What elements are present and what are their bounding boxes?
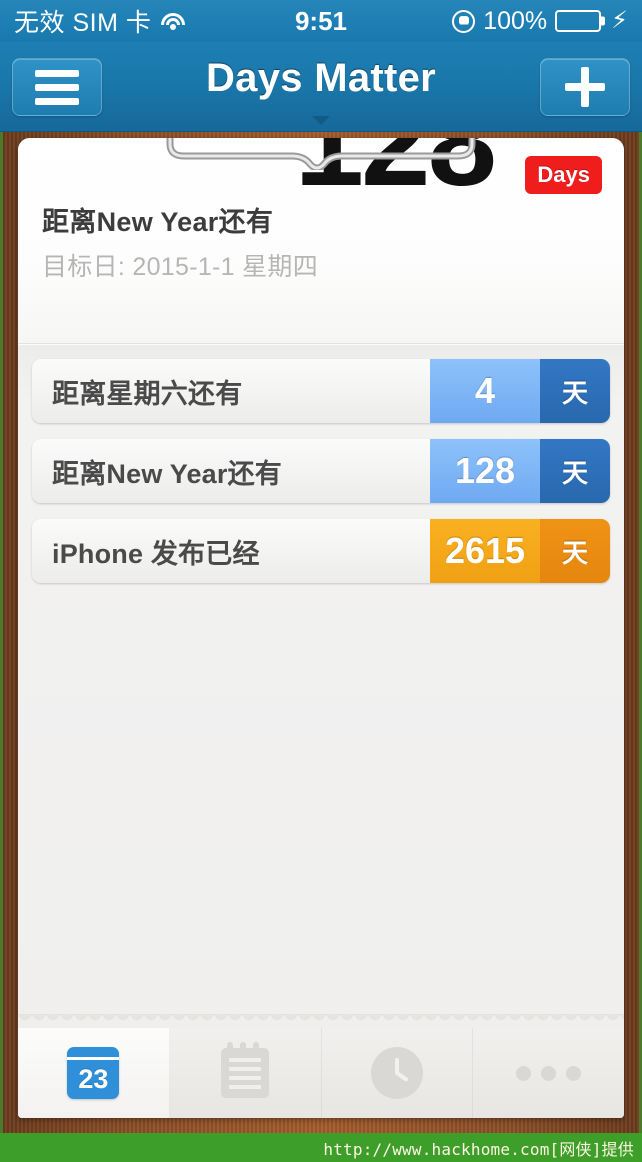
tab-calendar[interactable]: 23 xyxy=(18,1028,170,1118)
footer-watermark-bar: http://www.hackhome.com[网侠]提供 xyxy=(0,1133,642,1162)
event-label: 距离星期六还有 xyxy=(52,378,243,409)
phone-screen: 无效 SIM 卡 9:51 100% ⚡ Days Matter 距离New Y… xyxy=(0,0,642,1162)
event-unit: 天 xyxy=(540,519,610,583)
plus-icon xyxy=(565,67,605,107)
chevron-down-icon[interactable] xyxy=(312,116,330,125)
notepad-icon xyxy=(221,1042,270,1098)
calendar-icon-day: 23 xyxy=(78,1064,109,1094)
event-label: 距离New Year还有 xyxy=(52,458,282,489)
tab-more[interactable] xyxy=(473,1028,624,1118)
tab-notes[interactable] xyxy=(170,1028,322,1118)
tab-bar: 23 xyxy=(18,1028,624,1118)
featured-unit-badge: Days xyxy=(525,156,602,194)
ellipsis-icon xyxy=(516,1065,582,1081)
list-item[interactable]: 距离New Year还有 128 天 xyxy=(32,439,610,503)
rotation-lock-icon xyxy=(452,9,476,33)
clipboard-clip-icon xyxy=(166,138,476,170)
event-unit: 天 xyxy=(540,439,610,503)
event-day-count: 4 xyxy=(430,359,540,423)
perforated-edge xyxy=(18,1014,624,1028)
list-item[interactable]: iPhone 发布已经 2615 天 xyxy=(32,519,610,583)
event-unit: 天 xyxy=(540,359,610,423)
clipboard-sheet: 距离New Year还有 目标日: 2015-1-1 星期四 128 Days … xyxy=(18,138,624,1118)
calendar-icon: 23 xyxy=(67,1047,120,1099)
battery-icon xyxy=(555,10,602,32)
tab-history[interactable] xyxy=(322,1028,474,1118)
event-label: iPhone 发布已经 xyxy=(52,538,260,569)
status-bar: 无效 SIM 卡 9:51 100% ⚡ xyxy=(0,0,642,42)
navigation-bar: Days Matter xyxy=(0,42,642,132)
watermark-text: http://www.hackhome.com[网侠]提供 xyxy=(323,1139,634,1159)
featured-subtitle: 目标日: 2015-1-1 星期四 xyxy=(42,252,319,281)
event-day-count: 2615 xyxy=(430,519,540,583)
event-list: 距离星期六还有 4 天 距离New Year还有 128 天 iPhone 发布… xyxy=(18,345,624,1045)
list-item[interactable]: 距离星期六还有 4 天 xyxy=(32,359,610,423)
add-event-button[interactable] xyxy=(540,58,630,116)
clock-icon xyxy=(370,1047,423,1099)
featured-text-block: 距离New Year还有 目标日: 2015-1-1 星期四 xyxy=(42,206,608,283)
status-bar-clock: 9:51 xyxy=(294,5,348,36)
event-day-count: 128 xyxy=(430,439,540,503)
